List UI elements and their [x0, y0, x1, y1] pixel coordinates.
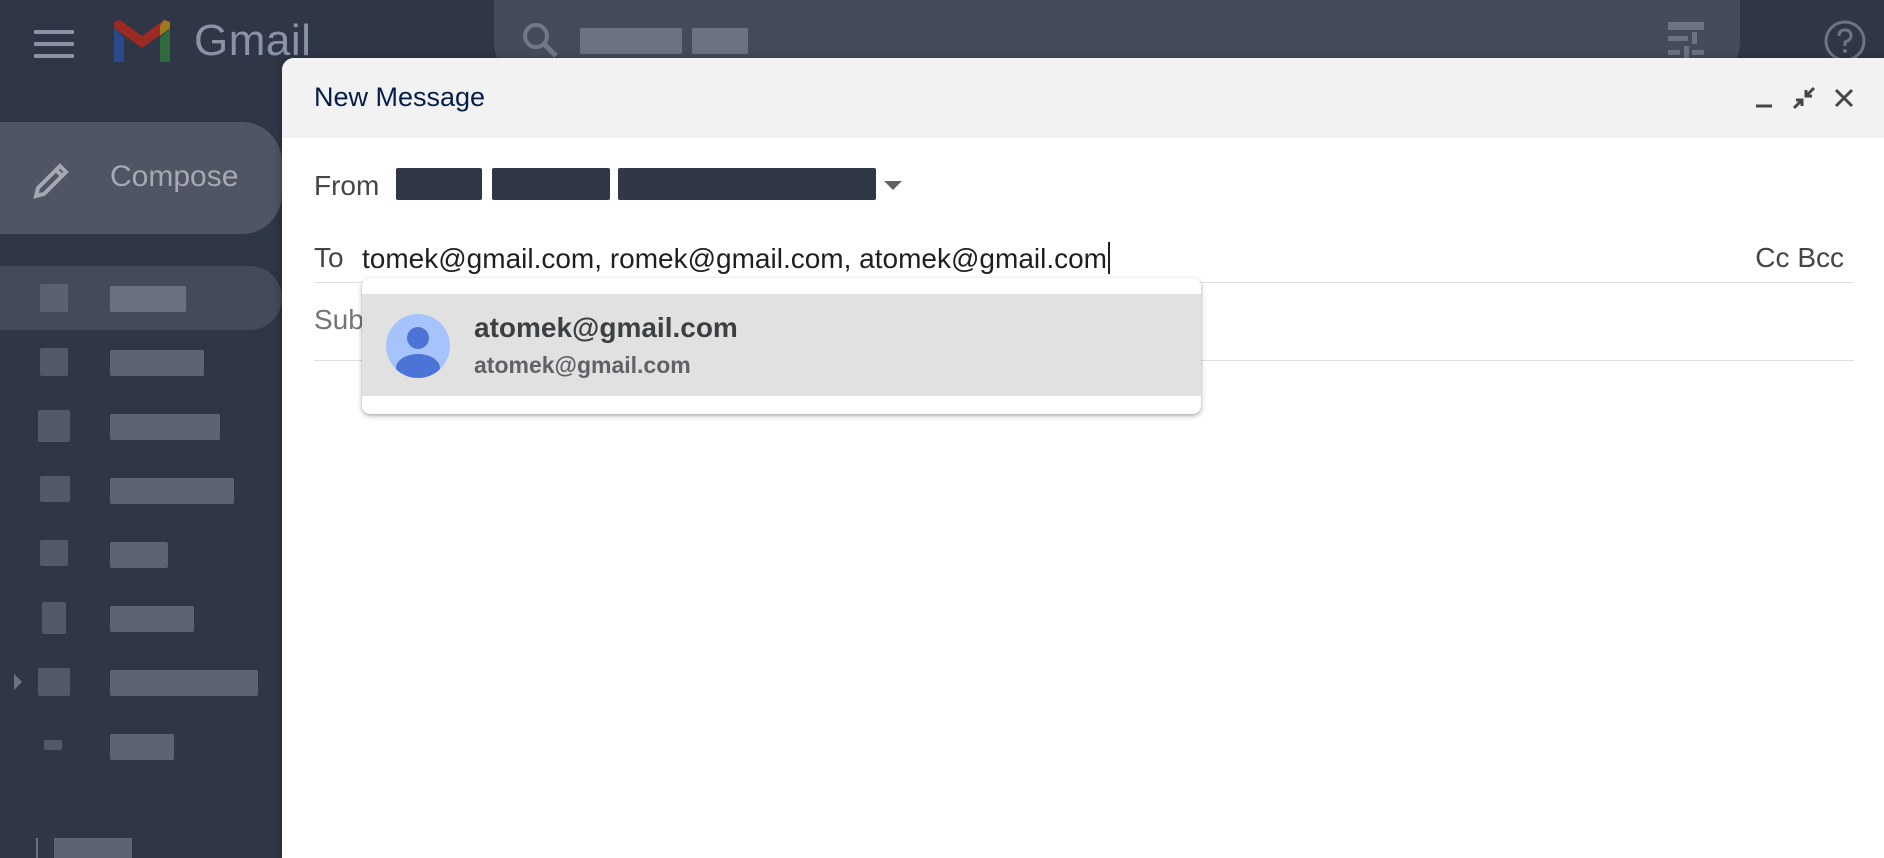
sidebar-item-label-redacted	[110, 542, 168, 568]
from-value-redacted[interactable]	[396, 168, 482, 200]
sidebar-item[interactable]	[0, 714, 282, 778]
folder-icon	[42, 602, 66, 634]
compose-dialog: New Message From To tomek@gmail.com, rom…	[282, 58, 1884, 858]
sidebar-item[interactable]	[0, 266, 282, 330]
sidebar-item-label-redacted	[110, 734, 174, 760]
sidebar-item[interactable]	[0, 522, 282, 586]
recipient-autocomplete-dropdown: atomek@gmail.com atomek@gmail.com	[362, 278, 1201, 414]
sidebar-item[interactable]	[0, 330, 282, 394]
gmail-logo-icon[interactable]	[110, 18, 174, 66]
from-value-redacted[interactable]	[618, 168, 876, 200]
folder-icon	[38, 668, 70, 696]
compose-label: Compose	[110, 160, 239, 193]
compose-title: New Message	[314, 82, 486, 112]
sidebar-item-label-redacted	[110, 670, 258, 696]
sidebar-item-label-redacted	[110, 478, 234, 504]
sidebar-item-label-redacted	[110, 350, 204, 376]
expand-arrow-icon[interactable]	[14, 674, 22, 690]
sidebar-item[interactable]	[0, 458, 282, 522]
to-recipients-input[interactable]: tomek@gmail.com, romek@gmail.com, atomek…	[362, 242, 1111, 275]
to-label[interactable]: To	[314, 242, 344, 274]
from-label: From	[314, 170, 380, 201]
to-recipients-text: tomek@gmail.com, romek@gmail.com, atomek…	[362, 243, 1108, 274]
folder-icon	[40, 476, 70, 502]
inbox-icon	[40, 284, 68, 312]
sidebar-item[interactable]	[0, 394, 282, 458]
sidebar-nav	[0, 266, 282, 778]
compose-header[interactable]: New Message	[282, 58, 1884, 138]
folder-icon	[40, 348, 68, 376]
folder-icon	[44, 740, 62, 750]
from-value-redacted[interactable]	[492, 168, 610, 200]
compose-button[interactable]: Compose	[0, 122, 282, 234]
hamburger-menu-icon[interactable]	[34, 30, 74, 58]
to-row: To tomek@gmail.com, romek@gmail.com, ato…	[314, 220, 1854, 283]
sidebar-item-label-redacted	[54, 838, 132, 858]
suggestion-name: atomek@gmail.com	[474, 312, 738, 343]
folder-icon	[38, 410, 70, 442]
search-placeholder-redacted	[692, 28, 748, 54]
from-row: From	[314, 162, 1854, 210]
exit-fullscreen-icon[interactable]	[1788, 82, 1820, 114]
bcc-link[interactable]: Bcc	[1797, 242, 1844, 273]
suggestion-email: atomek@gmail.com	[474, 352, 691, 378]
search-options-icon[interactable]	[1664, 18, 1708, 62]
sidebar-item[interactable]	[0, 650, 282, 714]
search-icon[interactable]	[518, 18, 562, 62]
search-placeholder-redacted	[580, 28, 682, 54]
cc-link[interactable]: Cc	[1755, 242, 1789, 273]
sidebar-item[interactable]	[0, 586, 282, 650]
folder-icon	[40, 540, 68, 566]
from-dropdown-arrow-icon[interactable]	[884, 181, 902, 190]
divider	[36, 838, 38, 858]
close-icon[interactable]	[1828, 82, 1860, 114]
person-avatar-icon	[386, 314, 450, 378]
pencil-icon	[33, 163, 69, 199]
minimize-icon[interactable]	[1748, 82, 1780, 114]
cc-bcc-links: Cc Bcc	[1755, 242, 1844, 274]
autocomplete-suggestion[interactable]: atomek@gmail.com atomek@gmail.com	[362, 294, 1201, 396]
sidebar-item-label-redacted	[110, 414, 220, 440]
text-cursor	[1108, 242, 1111, 274]
sidebar-item-label-redacted	[110, 286, 186, 312]
sidebar-item-label-redacted	[110, 606, 194, 632]
